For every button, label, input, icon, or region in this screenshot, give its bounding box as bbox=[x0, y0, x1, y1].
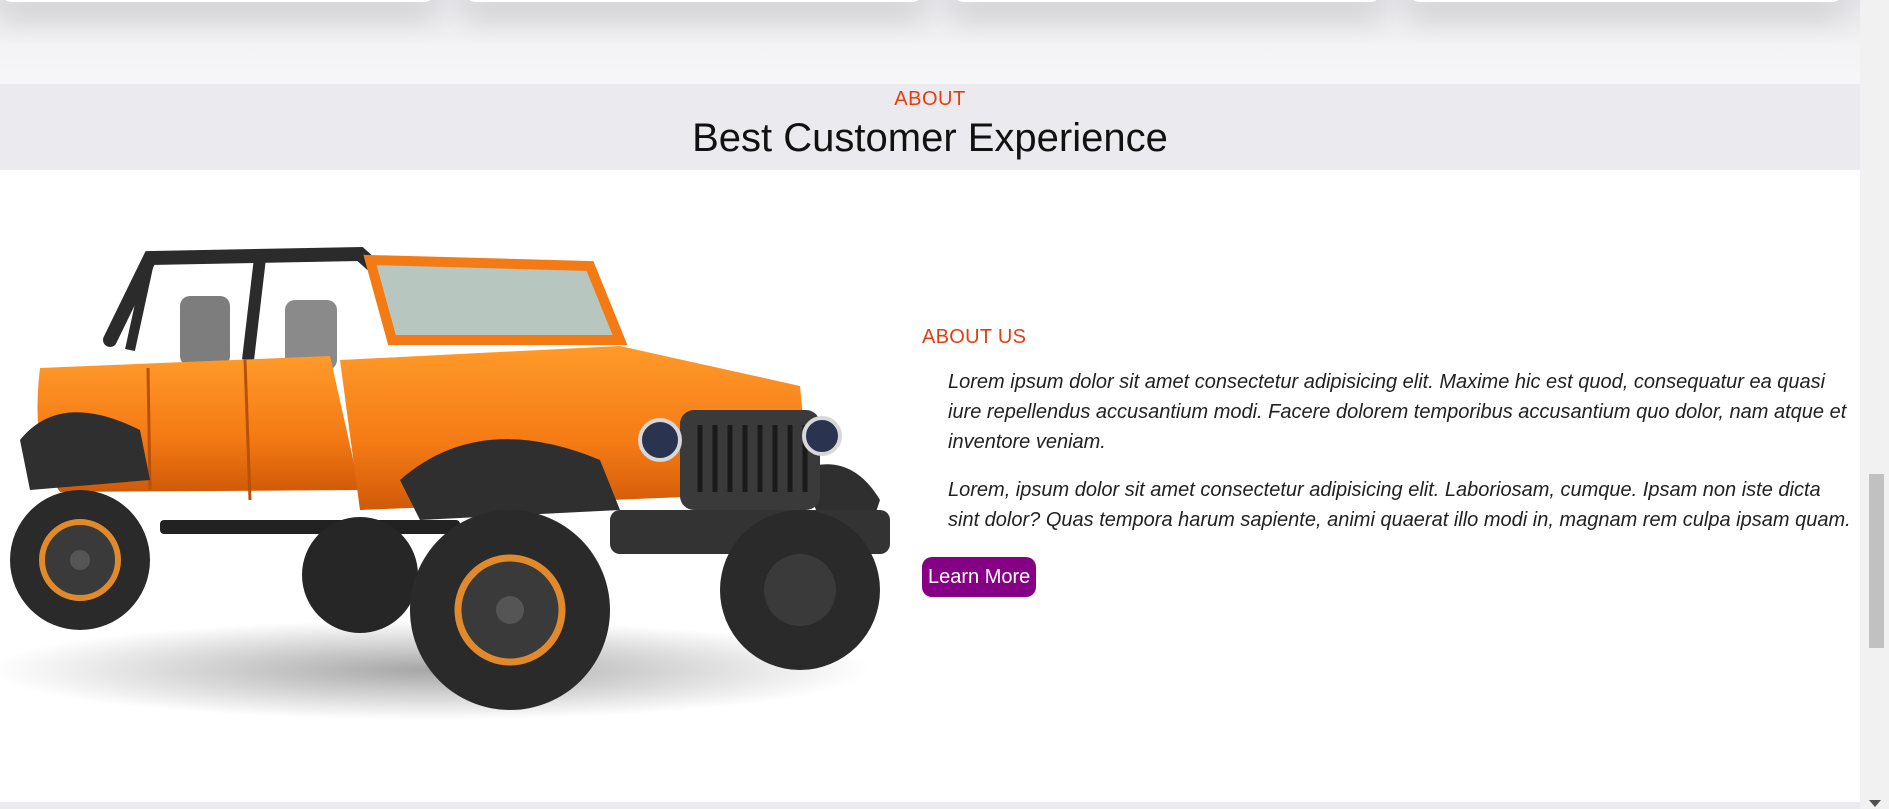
section-title: Best Customer Experience bbox=[692, 116, 1168, 160]
page: ABOUT Best Customer Experience ABOUT US … bbox=[0, 0, 1889, 809]
about-us-paragraph: Lorem ipsum dolor sit amet consectetur a… bbox=[948, 371, 1847, 453]
about-us-label: ABOUT US bbox=[922, 326, 1027, 348]
top-card bbox=[952, 0, 1382, 2]
jeep-image bbox=[0, 246, 890, 720]
top-cards-strip bbox=[0, 0, 1860, 84]
section-divider bbox=[0, 802, 1860, 809]
about-content: ABOUT US Lorem ipsum dolor sit amet cons… bbox=[0, 170, 1860, 802]
top-card bbox=[0, 0, 436, 2]
about-header-band: ABOUT Best Customer Experience bbox=[0, 84, 1860, 170]
section-eyebrow: ABOUT bbox=[894, 88, 966, 110]
learn-more-button[interactable]: Learn More bbox=[922, 557, 1037, 597]
scroll-down-arrow-icon[interactable] bbox=[1869, 800, 1881, 807]
about-us-paragraph: Lorem, ipsum dolor sit amet consectetur … bbox=[948, 479, 1851, 531]
about-us-text: ABOUT US Lorem ipsum dolor sit amet cons… bbox=[922, 326, 1852, 597]
top-card bbox=[1408, 0, 1844, 2]
top-card bbox=[464, 0, 924, 2]
vertical-scrollbar[interactable] bbox=[1860, 0, 1889, 809]
scrollbar-thumb[interactable] bbox=[1869, 474, 1884, 648]
